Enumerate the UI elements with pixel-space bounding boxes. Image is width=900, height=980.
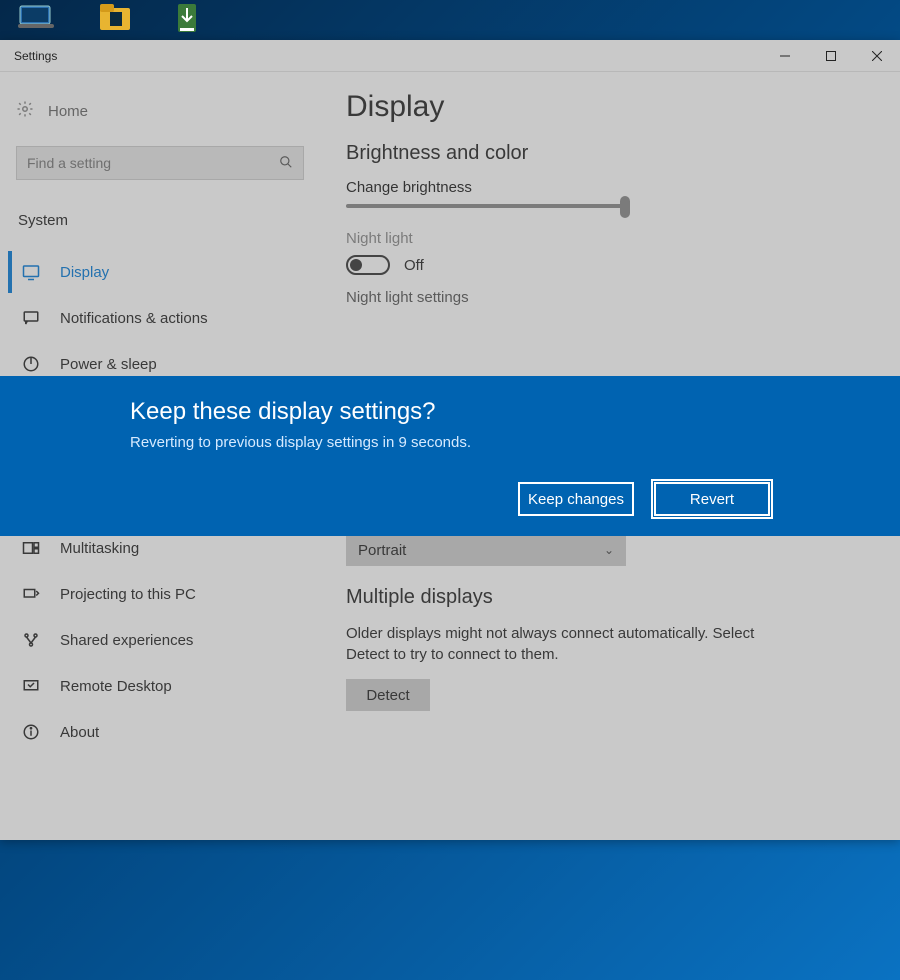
revert-label: Revert xyxy=(690,491,734,508)
sidebar-item-remote[interactable]: Remote Desktop xyxy=(8,665,312,707)
nav-label: Multitasking xyxy=(60,540,139,557)
display-settings-modal: Keep these display settings? Reverting t… xyxy=(0,376,900,536)
night-light-settings-link[interactable]: Night light settings xyxy=(346,289,874,306)
speech-icon xyxy=(22,309,40,327)
sidebar-home-label: Home xyxy=(48,103,88,120)
minimize-button[interactable] xyxy=(762,40,808,72)
nav-label: Display xyxy=(60,264,109,281)
brightness-slider[interactable] xyxy=(346,204,626,208)
project-icon xyxy=(22,585,40,603)
gear-icon xyxy=(16,100,34,122)
multitask-icon xyxy=(22,539,40,557)
chevron-down-icon: ⌄ xyxy=(604,543,614,557)
sidebar-search[interactable] xyxy=(16,146,304,180)
detect-button[interactable]: Detect xyxy=(346,679,430,711)
orientation-select[interactable]: Portrait ⌄ xyxy=(346,534,626,566)
desktop-icons xyxy=(0,0,214,40)
slider-thumb[interactable] xyxy=(620,196,630,218)
maximize-button[interactable] xyxy=(808,40,854,72)
search-icon xyxy=(279,155,293,172)
detect-button-label: Detect xyxy=(366,687,409,704)
multiple-displays-section-title: Multiple displays xyxy=(346,586,874,609)
search-input[interactable] xyxy=(27,155,279,171)
computer-icon[interactable] xyxy=(18,2,58,36)
sidebar-item-projecting[interactable]: Projecting to this PC xyxy=(8,573,312,615)
night-light-label: Night light xyxy=(346,230,874,247)
nav-label: Projecting to this PC xyxy=(60,586,196,603)
shared-icon xyxy=(22,631,40,649)
monitor-icon xyxy=(22,263,40,281)
close-icon xyxy=(872,51,882,61)
folder-icon[interactable] xyxy=(96,2,136,36)
keep-changes-button[interactable]: Keep changes xyxy=(518,482,634,516)
brightness-section-title: Brightness and color xyxy=(346,142,874,165)
night-light-toggle[interactable] xyxy=(346,255,390,275)
multiple-displays-text: Older displays might not always connect … xyxy=(346,623,766,665)
sidebar-category-title: System xyxy=(8,202,312,247)
power-icon xyxy=(22,355,40,373)
change-brightness-label: Change brightness xyxy=(346,179,874,196)
page-title: Display xyxy=(346,90,874,124)
close-button[interactable] xyxy=(854,40,900,72)
remote-icon xyxy=(22,677,40,695)
sidebar-home[interactable]: Home xyxy=(8,90,312,132)
info-icon xyxy=(22,723,40,741)
sidebar-item-shared[interactable]: Shared experiences xyxy=(8,619,312,661)
minimize-icon xyxy=(780,51,790,61)
toggle-knob xyxy=(350,259,362,271)
orientation-value: Portrait xyxy=(358,542,406,559)
downloader-icon[interactable] xyxy=(174,2,214,36)
revert-button[interactable]: Revert xyxy=(654,482,770,516)
nav-label: Remote Desktop xyxy=(60,678,172,695)
nav-label: Power & sleep xyxy=(60,356,157,373)
sidebar-item-notifications[interactable]: Notifications & actions xyxy=(8,297,312,339)
nav-label: Notifications & actions xyxy=(60,310,208,327)
nav-label: Shared experiences xyxy=(60,632,193,649)
sidebar-item-display[interactable]: Display xyxy=(8,251,312,293)
night-light-state: Off xyxy=(404,257,424,274)
window-titlebar: Settings xyxy=(0,40,900,72)
modal-title: Keep these display settings? xyxy=(130,398,770,426)
nav-label: About xyxy=(60,724,99,741)
maximize-icon xyxy=(826,51,836,61)
modal-subtitle: Reverting to previous display settings i… xyxy=(130,434,770,451)
window-title: Settings xyxy=(0,49,57,63)
keep-changes-label: Keep changes xyxy=(528,491,624,508)
sidebar-item-about[interactable]: About xyxy=(8,711,312,753)
